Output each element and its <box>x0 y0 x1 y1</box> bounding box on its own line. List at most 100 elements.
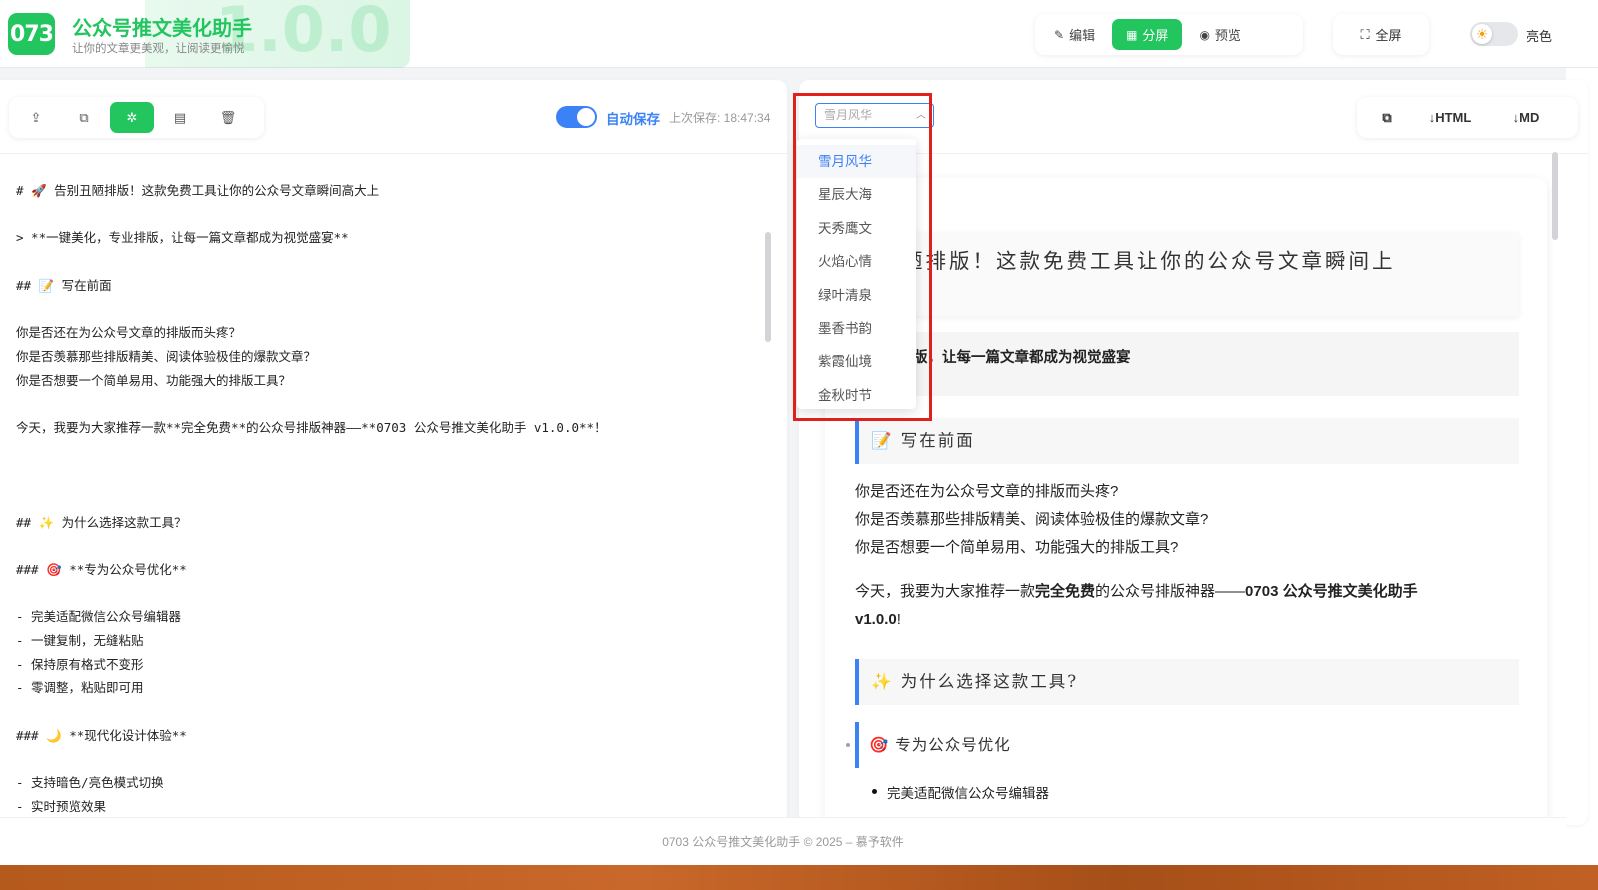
preview-line: 你是否想要一个简单易用、功能强大的排版工具? <box>855 539 1179 556</box>
upload-icon: ⇪ <box>30 109 42 125</box>
preview-mode-label: 预览 <box>1214 28 1241 43</box>
editor-panel: ⇪ ⧉ ✲ ▤ 🗑 自动保存 上次保存: 18:47:34 # 🚀 告别丑陋排版… <box>0 80 787 825</box>
editor-line: ## ✨ 为什么选择这款工具？ <box>16 514 187 530</box>
editor-scrollbar[interactable] <box>765 232 771 342</box>
fullscreen-icon: ⛶ <box>1360 26 1370 42</box>
editor-tool-group: ⇪ ⧉ ✲ ▤ 🗑 <box>9 97 264 138</box>
preview-content: 别丑陋排版！这款免费工具让你的公众号文章瞬间上 ，专业排版，让每一篇文章都成为视… <box>825 178 1547 825</box>
edit-mode-label: 编辑 <box>1069 28 1096 43</box>
copy-icon: ⧉ <box>1382 109 1392 125</box>
copy-icon: ⧉ <box>79 109 89 125</box>
autosave-toggle[interactable] <box>556 106 597 128</box>
theme-select-value: 雪月风华 <box>824 108 873 122</box>
template-button[interactable]: ▤ <box>158 102 202 133</box>
theme-option[interactable]: 星辰大海 <box>797 178 916 211</box>
export-html-button[interactable]: ↓HTML <box>1409 102 1491 133</box>
preview-quote: ，专业排版，让每一篇文章都成为视觉盛宴 <box>855 332 1519 396</box>
app-logo: 073 <box>8 13 55 55</box>
export-md-button[interactable]: ↓MD <box>1491 102 1561 133</box>
upload-button[interactable]: ⇪ <box>14 102 58 133</box>
editor-line: 你是否想要一个简单易用、功能强大的排版工具？ <box>16 372 292 388</box>
sun-icon: ☀ <box>1472 24 1492 44</box>
preview-text: 的公众号排版神器—— <box>1095 583 1246 600</box>
theme-option[interactable]: 火焰心情 <box>797 245 916 278</box>
preview-scrollbar[interactable] <box>1552 152 1558 240</box>
preview-line: 你是否还在为公众号文章的排版而头疼? <box>855 483 1119 500</box>
editor-line: - 实时预览效果 <box>16 798 107 814</box>
editor-line: - 保持原有格式不变形 <box>16 656 144 672</box>
theme-toggle[interactable]: ☀ <box>1470 22 1518 46</box>
edit-icon: ✎ <box>1054 27 1065 42</box>
theme-option[interactable]: 紫霞仙境 <box>797 345 916 378</box>
split-mode-label: 分屏 <box>1142 28 1169 43</box>
fullscreen-label: 全屏 <box>1375 28 1402 43</box>
theme-select[interactable]: 雪月风华 ︿ <box>815 103 934 128</box>
fullscreen-button[interactable]: ⛶ 全屏 <box>1333 14 1429 55</box>
editor-line: > **一键美化，专业排版，让每一篇文章都成为视觉盛宴** <box>16 230 349 246</box>
theme-label: 亮色 <box>1526 29 1553 44</box>
format-button[interactable]: ✲ <box>110 102 154 133</box>
theme-option[interactable]: 绿叶清泉 <box>797 279 916 312</box>
editor-line: - 零调整，粘贴即可用 <box>16 680 144 696</box>
editor-line: - 一键复制，无缝粘贴 <box>16 633 144 649</box>
preview-text: 今天，我要为大家推荐一款 <box>855 583 1036 600</box>
editor-toolbar: ⇪ ⧉ ✲ ▤ 🗑 自动保存 上次保存: 18:47:34 <box>0 80 787 154</box>
preview-panel: 雪月风华 ︿ ⧉ ↓HTML ↓MD 别丑陋排版！这款免费工具让你的公众号文章瞬… <box>799 80 1588 825</box>
theme-dropdown-menu: 雪月风华 星辰大海 天秀鹰文 火焰心情 绿叶清泉 墨香书韵 紫霞仙境 金秋时节 <box>797 139 916 409</box>
preview-list-item: 完美适配微信公众号编辑器 <box>872 782 1049 802</box>
view-mode-switcher: ✎ 编辑 ▦ 分屏 ◉ 预览 <box>1035 14 1303 55</box>
preview-paragraph-intro: 今天，我要为大家推荐一款完全免费的公众号排版神器——0703 公众号推文美化助手… <box>855 578 1519 634</box>
preview-text: ! <box>896 611 901 628</box>
trash-icon: 🗑 <box>219 109 237 125</box>
editor-line: ### 🌙 **现代化设计体验** <box>16 727 187 743</box>
chevron-up-icon: ︿ <box>916 110 926 121</box>
app-subtitle: 让你的文章更美观，让阅读更愉悦 <box>72 43 245 55</box>
app-header: 1.0.0 073 公众号推文美化助手 让你的文章更美观，让阅读更愉悦 ✎ 编辑… <box>0 0 1598 68</box>
preview-bold: 完全免费 <box>1035 583 1096 600</box>
preview-mode-button[interactable]: ◉ 预览 <box>1185 19 1255 50</box>
editor-line: 你是否还在为公众号文章的排版而头疼？ <box>16 325 242 341</box>
theme-option[interactable]: 墨香书韵 <box>797 312 916 345</box>
preview-h2-why: ✨ 为什么选择这款工具? <box>855 659 1519 705</box>
preview-h3-optimize: 🎯 专为公众号优化 <box>855 722 1519 768</box>
editor-line: - 完美适配微信公众号编辑器 <box>16 609 182 625</box>
editor-line: - 支持暗色/亮色模式切换 <box>16 775 164 791</box>
editor-line: # 🚀 告别丑陋排版！这款免费工具让你的公众号文章瞬间高大上 <box>16 183 380 198</box>
edit-mode-button[interactable]: ✎ 编辑 <box>1040 19 1109 50</box>
list-bullet <box>846 743 850 747</box>
last-save-time: 上次保存: 18:47:34 <box>669 111 771 125</box>
autosave-label: 自动保存 <box>606 112 660 127</box>
document-icon: ▤ <box>173 109 187 125</box>
preview-toolbar: 雪月风华 ︿ ⧉ ↓HTML ↓MD <box>799 80 1588 154</box>
app-title: 公众号推文美化助手 <box>72 18 252 40</box>
preview-paragraph-questions: 你是否还在为公众号文章的排版而头疼? 你是否羡慕那些排版精美、阅读体验极佳的爆款… <box>855 478 1519 562</box>
magic-icon: ✲ <box>126 109 138 125</box>
preview-line: 你是否羡慕那些排版精美、阅读体验极佳的爆款文章? <box>855 511 1209 528</box>
grid-icon: ▦ <box>1126 27 1138 42</box>
markdown-editor[interactable]: # 🚀 告别丑陋排版！这款免费工具让你的公众号文章瞬间高大上 > **一键美化，专… <box>0 155 787 825</box>
split-mode-button[interactable]: ▦ 分屏 <box>1112 19 1183 50</box>
editor-line: ### 🎯 **专为公众号优化** <box>16 562 187 577</box>
eye-icon: ◉ <box>1199 27 1210 42</box>
theme-option[interactable]: 雪月风华 <box>797 145 916 179</box>
theme-option[interactable]: 金秋时节 <box>797 379 916 412</box>
preview-h2-intro: 📝 写在前面 <box>855 418 1519 464</box>
desktop-background-strip <box>0 865 1598 890</box>
autosave-knob <box>577 108 595 126</box>
copy-html-button[interactable]: ⧉ <box>1365 102 1409 133</box>
export-group: ⧉ ↓HTML ↓MD <box>1357 97 1578 138</box>
clear-button[interactable]: 🗑 <box>206 102 250 133</box>
theme-option[interactable]: 天秀鹰文 <box>797 212 916 245</box>
copy-button[interactable]: ⧉ <box>62 102 106 133</box>
